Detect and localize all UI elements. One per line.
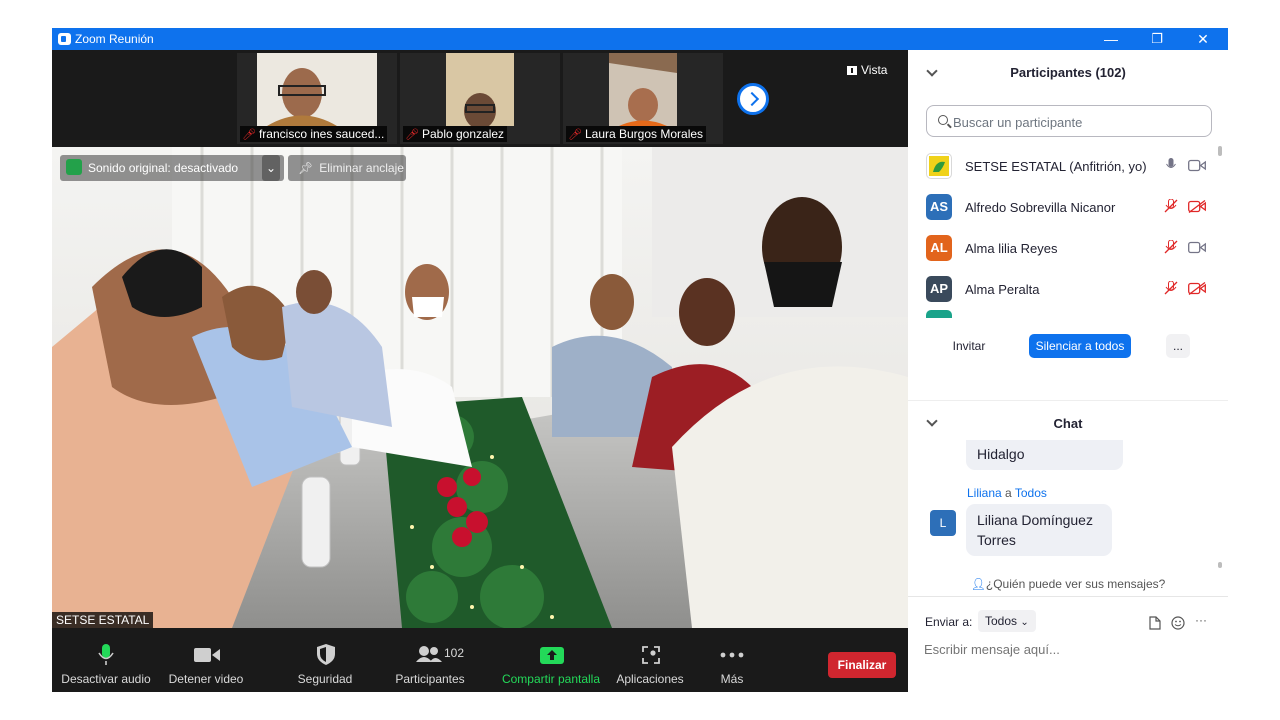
recipient-select[interactable]: Todos ⌄: [978, 610, 1036, 632]
video-tile[interactable]: 🎤︎ francisco ines sauced...: [237, 53, 397, 144]
grid-icon: [847, 66, 857, 75]
avatar: L: [930, 510, 956, 536]
shield-icon: [317, 644, 335, 665]
end-meeting-button[interactable]: Finalizar: [828, 652, 896, 678]
speaker-name-label: SETSE ESTATAL: [52, 612, 154, 628]
video-camera-icon[interactable]: [1188, 159, 1206, 172]
zoom-app-icon: [58, 33, 71, 45]
chat-message-input[interactable]: [924, 639, 1214, 659]
microphone-icon[interactable]: [1166, 158, 1176, 172]
participants-header: Participantes (102): [908, 50, 1228, 94]
send-to-label: Enviar a:: [925, 615, 973, 629]
more-button[interactable]: Más: [706, 628, 758, 692]
pin-icon: 📌︎: [298, 161, 314, 175]
title-bar: Zoom Reunión — ❐ ✕: [52, 28, 1228, 50]
participant-video: [609, 53, 677, 126]
video-off-icon[interactable]: [1188, 282, 1206, 295]
participant-search[interactable]: [926, 105, 1212, 137]
active-speaker-video: Sonido original: desactivado ⌄ 📌︎ Elimina…: [52, 147, 908, 628]
avatar: AL: [926, 235, 952, 261]
meeting-toolbar: Desactivar audio Detener video Seguridad…: [52, 628, 908, 692]
video-tile[interactable]: 🎤︎ Pablo gonzalez: [400, 53, 560, 144]
invite-button[interactable]: Invitar: [946, 334, 992, 358]
stop-video-button[interactable]: Detener video: [164, 628, 248, 692]
window-title: Zoom Reunión: [75, 32, 154, 46]
participant-video: [446, 53, 514, 126]
mic-muted-icon: 🎤︎: [568, 129, 582, 141]
participant-row[interactable]: AP Alma Peralta: [908, 269, 1220, 310]
mic-muted-icon: 🎤︎: [405, 129, 419, 141]
video-tile[interactable]: 🎤︎ Laura Burgos Morales: [563, 53, 723, 144]
participant-search-input[interactable]: [953, 111, 1203, 133]
restore-button[interactable]: ❐: [1134, 28, 1180, 50]
chevron-down-icon[interactable]: ⌄: [262, 155, 280, 181]
participant-list: SETSE ESTATAL (Anfitrión, yo) AS Alfredo…: [908, 146, 1220, 318]
chevron-down-icon: ⌄: [1020, 617, 1029, 628]
participants-icon: [416, 646, 442, 662]
participant-row[interactable]: SETSE ESTATAL (Anfitrión, yo): [908, 146, 1220, 187]
mute-audio-button[interactable]: Desactivar audio: [60, 628, 152, 692]
mic-muted-icon[interactable]: [1164, 240, 1178, 254]
share-screen-icon: [540, 647, 564, 664]
participants-more-button[interactable]: ...: [1166, 334, 1190, 358]
tile-name-label: 🎤︎ francisco ines sauced...: [240, 126, 388, 142]
participants-title: Participantes (102): [1010, 65, 1126, 80]
tile-name-label: 🎤︎ Pablo gonzalez: [403, 126, 508, 142]
microphone-icon: [98, 644, 114, 665]
video-camera-icon[interactable]: [1188, 241, 1206, 254]
video-off-icon[interactable]: [1188, 200, 1206, 213]
chat-header: Chat: [908, 400, 1228, 444]
mic-muted-icon[interactable]: [1164, 281, 1178, 295]
chat-composer: Enviar a: Todos ⌄ ···: [908, 596, 1228, 692]
avatar: AS: [926, 194, 952, 220]
avatar: [926, 153, 952, 179]
share-screen-button[interactable]: Compartir pantalla: [498, 628, 604, 692]
original-sound-badge[interactable]: Sonido original: desactivado: [60, 155, 284, 181]
chat-messages: Hidalgo Liliana a Todos L Liliana Domíng…: [908, 440, 1228, 572]
security-button[interactable]: Seguridad: [290, 628, 360, 692]
participant-video: [257, 53, 377, 126]
setse-logo-icon: [929, 156, 949, 176]
chat-message: Liliana Domínguez Torres: [966, 504, 1112, 556]
chat-message: Hidalgo: [966, 440, 1123, 470]
mute-all-button[interactable]: Silenciar a todos: [1029, 334, 1131, 358]
participant-row[interactable]: AL Alma lilia Reyes: [908, 228, 1220, 269]
side-panel: Participantes (102) SETSE ESTATAL (Anfit…: [908, 50, 1228, 692]
participants-scrollbar[interactable]: [1218, 146, 1223, 318]
view-button[interactable]: Vista: [847, 63, 887, 77]
chat-scrollbar[interactable]: [1218, 450, 1222, 570]
unpin-button[interactable]: 📌︎ Eliminar anclaje: [288, 155, 406, 181]
apps-icon: [642, 646, 660, 664]
participant-row[interactable]: AS Alfredo Sobrevilla Nicanor: [908, 187, 1220, 228]
participants-button[interactable]: 102 Participantes: [392, 628, 468, 692]
zoom-window: Zoom Reunión — ❐ ✕ 🎤︎ francisco ines sauc…: [52, 28, 1228, 692]
shield-check-icon: [66, 159, 82, 175]
mic-muted-icon[interactable]: [1164, 199, 1178, 213]
participants-count: 102: [444, 646, 465, 660]
emoji-icon[interactable]: [1171, 616, 1185, 630]
mic-muted-icon: 🎤︎: [242, 129, 256, 141]
next-page-button[interactable]: [737, 83, 769, 115]
minimize-button[interactable]: —: [1088, 28, 1134, 50]
file-icon[interactable]: [1149, 616, 1161, 630]
apps-button[interactable]: Aplicaciones: [614, 628, 686, 692]
video-area: 🎤︎ francisco ines sauced... 🎤︎ Pablo gonza…: [52, 50, 908, 628]
video-camera-icon: [194, 648, 220, 662]
tile-name-label: 🎤︎ Laura Burgos Morales: [566, 126, 707, 142]
search-icon: [938, 115, 948, 125]
chat-sender-line: Liliana a Todos: [967, 486, 1047, 500]
ellipsis-icon: [720, 652, 744, 658]
chat-more-icon[interactable]: ···: [1195, 613, 1207, 627]
chat-title: Chat: [1053, 416, 1083, 431]
thumbnail-strip: 🎤︎ francisco ines sauced... 🎤︎ Pablo gonza…: [52, 50, 908, 147]
avatar: [926, 310, 952, 318]
who-can-see-link[interactable]: 👤︎¿Quién puede ver sus mensajes?: [908, 577, 1228, 591]
close-button[interactable]: ✕: [1180, 28, 1226, 50]
avatar: AP: [926, 276, 952, 302]
user-lock-icon: 👤︎: [970, 577, 986, 591]
